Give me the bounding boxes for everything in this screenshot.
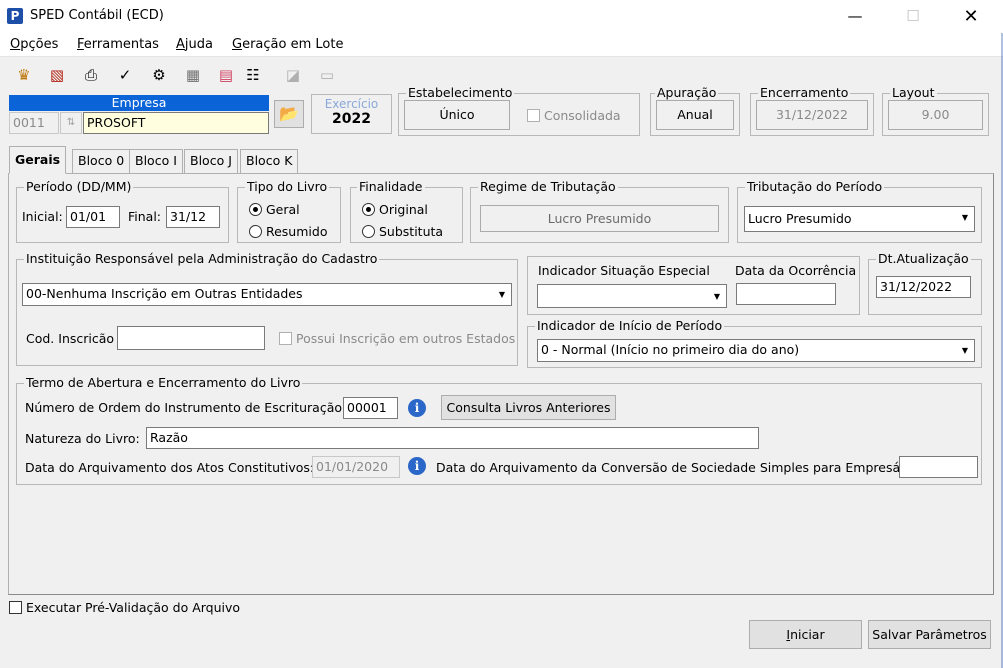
chevron-down-icon: ▼ <box>709 286 725 306</box>
close-button[interactable]: ✕ <box>948 0 994 33</box>
menu-ajuda[interactable]: Ajuda <box>176 37 213 52</box>
arquivamento-label: Data do Arquivamento dos Atos Constituti… <box>25 460 315 475</box>
maximize-button: ☐ <box>906 7 920 25</box>
arquivamento-field[interactable]: 01/01/2020 <box>312 456 400 478</box>
exercicio-value: 2022 <box>332 111 371 127</box>
instituicao-group <box>16 259 518 366</box>
inicial-label: Inicial: <box>22 209 63 224</box>
transmit-icon: ◪ <box>285 66 301 84</box>
salvar-parametros-button[interactable]: Salvar Parâmetros <box>868 620 991 649</box>
layout-value: 9.00 <box>888 100 983 130</box>
estabelecimento-value: Único <box>404 100 510 130</box>
window-title: SPED Contábil (ECD) <box>30 8 164 23</box>
settings-icon[interactable]: ⚙ <box>147 62 171 88</box>
chevron-down-icon: ▼ <box>957 208 973 230</box>
prevalidacao-checkbox[interactable]: Executar Pré-Validação do Arquivo <box>9 600 240 615</box>
tab-bloco-j[interactable]: Bloco J <box>184 149 238 173</box>
possui-inscricao-checkbox: Possui Inscrição em outros Estados <box>279 331 515 346</box>
empresa-name-field[interactable]: PROSOFT <box>83 112 269 134</box>
menu-opcoes[interactable]: Opções <box>10 37 58 52</box>
cod-inscricao-field[interactable] <box>117 326 265 350</box>
print-icon[interactable]: ⎙ <box>79 62 103 88</box>
tab-gerais[interactable]: Gerais <box>9 146 67 174</box>
consolidada-checkbox: Consolidada <box>527 108 621 123</box>
ind-situacao-select[interactable]: ▼ <box>537 284 727 308</box>
apuracao-value: Anual <box>656 100 734 130</box>
exercicio-label: Exercício <box>324 97 379 111</box>
instituicao-value: 00-Nenhuma Inscrição em Outras Entidades <box>26 286 303 301</box>
users-icon[interactable]: ▧ <box>45 62 69 88</box>
iniciar-button[interactable]: Iniciar <box>749 620 862 649</box>
export-icon[interactable]: ▦ <box>181 62 205 88</box>
estabelecimento-label: Estabelecimento <box>406 85 515 100</box>
empresa-spin-icon[interactable]: ⇅ <box>60 112 82 134</box>
finalidade-label: Finalidade <box>357 179 425 194</box>
periodo-label: Período (DD/MM) <box>24 179 134 194</box>
ordem-label: Número de Ordem do Instrumento de Escrit… <box>25 400 347 415</box>
ind-situacao-label: Indicador Situação Especial <box>538 263 710 278</box>
layout-label: Layout <box>890 85 937 100</box>
minimize-button[interactable]: — <box>832 0 878 33</box>
inicio-periodo-label: Indicador de Início de Período <box>535 318 725 333</box>
dt-atualizacao-label: Dt.Atualização <box>876 251 971 266</box>
empresa-code-field[interactable]: 0011 <box>9 112 59 134</box>
menu-ferramentas[interactable]: Ferramentas <box>77 37 159 52</box>
natureza-field[interactable]: Razão <box>146 427 759 449</box>
regime-label: Regime de Tributação <box>478 179 618 194</box>
instituicao-label: Instituição Responsável pela Administraç… <box>24 251 380 266</box>
inicio-periodo-value: 0 - Normal (Início no primeiro dia do an… <box>541 342 800 357</box>
tributacao-value: Lucro Presumido <box>748 211 852 226</box>
chevron-down-icon: ▼ <box>957 341 973 360</box>
tab-bloco-0[interactable]: Bloco 0 <box>72 149 131 173</box>
report-icon[interactable]: ▤ <box>214 62 238 88</box>
encerramento-value: 31/12/2022 <box>756 100 868 130</box>
app-icon: P <box>7 8 23 24</box>
apuracao-label: Apuração <box>655 85 719 100</box>
conversao-field[interactable] <box>899 456 978 478</box>
exercicio-box: Exercício 2022 <box>311 94 392 134</box>
open-folder-button[interactable]: 📂 <box>274 100 304 128</box>
final-field[interactable]: 31/12 <box>166 206 220 228</box>
ordem-field[interactable]: 00001 <box>343 397 398 419</box>
finalidade-original-radio[interactable]: Original <box>362 202 428 217</box>
info-icon[interactable]: i <box>408 457 426 475</box>
tributacao-label: Tributação do Período <box>745 179 885 194</box>
chevron-down-icon: ▼ <box>494 285 510 304</box>
inicial-field[interactable]: 01/01 <box>66 206 120 228</box>
company-icon[interactable]: ♛ <box>12 62 36 88</box>
encerramento-label: Encerramento <box>758 85 851 100</box>
natureza-label: Natureza do Livro: <box>25 431 140 446</box>
termo-label: Termo de Abertura e Encerramento do Livr… <box>24 375 303 390</box>
tab-bloco-i[interactable]: Bloco I <box>129 149 183 173</box>
conversao-label: Data do Arquivamento da Conversão de Soc… <box>436 460 921 475</box>
empresa-header: Empresa <box>9 95 269 111</box>
regime-value: Lucro Presumido <box>480 205 719 232</box>
consulta-livros-button[interactable]: Consulta Livros Anteriores <box>441 395 616 420</box>
tipo-livro-label: Tipo do Livro <box>245 179 330 194</box>
tab-bloco-k[interactable]: Bloco K <box>240 149 299 173</box>
tributacao-select[interactable]: Lucro Presumido ▼ <box>744 206 975 232</box>
instituicao-select[interactable]: 00-Nenhuma Inscrição em Outras Entidades… <box>22 283 512 306</box>
info-icon[interactable]: i <box>408 399 426 417</box>
data-ocorrencia-label: Data da Ocorrência <box>735 263 857 278</box>
menu-bar: Opções Ferramentas Ajuda Geração em Lote <box>0 33 1003 57</box>
validate-check-icon[interactable]: ✓ <box>113 62 137 88</box>
finalidade-substituta-radio[interactable]: Substituta <box>362 224 443 239</box>
cod-inscricao-label: Cod. Inscricão <box>26 331 115 346</box>
menu-geracao-em-lote[interactable]: Geração em Lote <box>232 37 343 52</box>
data-ocorrencia-field[interactable] <box>736 283 836 305</box>
dt-atualizacao-field[interactable]: 31/12/2022 <box>876 276 971 298</box>
document-list-icon[interactable]: ☷ <box>241 62 265 88</box>
disabled-file-icon: ▭ <box>319 66 335 84</box>
title-bar: P SPED Contábil (ECD) — ☐ ✕ <box>0 0 1003 33</box>
final-label: Final: <box>128 209 162 224</box>
inicio-periodo-select[interactable]: 0 - Normal (Início no primeiro dia do an… <box>537 339 975 362</box>
tipo-resumido-radio[interactable]: Resumido <box>249 224 327 239</box>
tipo-geral-radio[interactable]: Geral <box>249 202 300 217</box>
